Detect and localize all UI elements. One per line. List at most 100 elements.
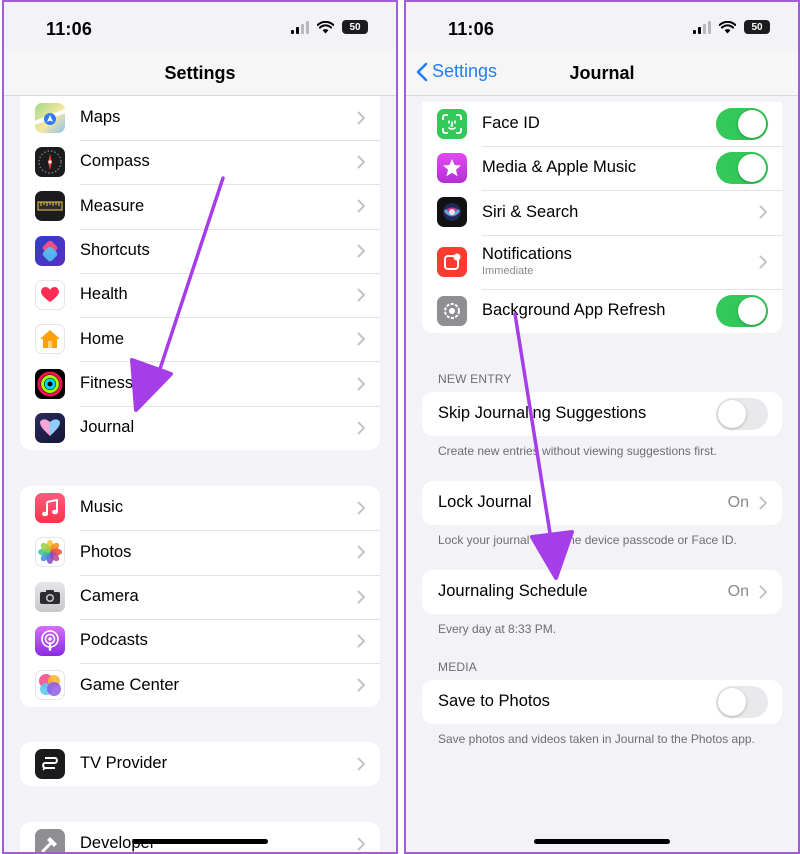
journal-settings-screen: 11:06 50 Settings Journal Face ID Media …: [404, 0, 800, 854]
developer-icon: [35, 829, 65, 852]
lock-journal-group: Lock Journal On: [422, 481, 782, 526]
chevron-right-icon: [357, 421, 365, 435]
settings-group-tv: TV Provider: [20, 742, 380, 787]
setting-journaling-schedule[interactable]: Journaling Schedule On: [422, 570, 782, 614]
journaling-schedule-group: Journaling Schedule On: [422, 570, 782, 615]
chevron-right-icon: [759, 255, 767, 269]
journaling-schedule-footer: Every day at 8:33 PM.: [438, 622, 557, 636]
settings-item-developer[interactable]: Developer: [20, 822, 380, 852]
chevron-right-icon: [357, 501, 365, 515]
settings-group-developer: Developer: [20, 822, 380, 852]
game-center-icon: [35, 670, 65, 701]
lock-journal-value: On: [727, 494, 749, 512]
settings-screen: 11:06 50 Settings Maps Compass Measure S…: [2, 0, 398, 854]
status-time: 11:06: [448, 19, 495, 39]
nav-bar: Settings: [4, 50, 396, 96]
photos-icon: [35, 537, 65, 568]
home-icon: [35, 324, 65, 355]
media-music-icon: [437, 153, 467, 184]
status-bar: 11:06 50: [406, 2, 798, 50]
setting-skip-journaling-suggestions[interactable]: Skip Journaling Suggestions: [422, 392, 782, 436]
background-app-refresh-toggle[interactable]: [716, 294, 768, 327]
chevron-right-icon: [759, 205, 767, 219]
section-header-media: MEDIA: [438, 660, 478, 674]
setting-lock-journal[interactable]: Lock Journal On: [422, 481, 782, 525]
journal-icon: [35, 412, 65, 443]
cellular-signal-icon: [291, 20, 309, 34]
media-group: Save to Photos: [422, 680, 782, 725]
home-indicator[interactable]: [534, 839, 670, 844]
settings-item-podcasts[interactable]: Podcasts: [20, 618, 380, 663]
settings-item-music[interactable]: Music: [20, 486, 380, 530]
status-bar: 11:06 50: [4, 2, 396, 50]
journal-access-group: Face ID Media & Apple Music Siri & Searc…: [422, 102, 782, 333]
home-indicator[interactable]: [132, 839, 268, 844]
chevron-right-icon: [357, 244, 365, 258]
maps-icon: [35, 103, 65, 133]
chevron-right-icon: [357, 332, 365, 346]
shortcuts-icon: [35, 235, 65, 266]
lock-journal-footer: Lock your journal using the device passc…: [438, 533, 737, 547]
measure-icon: [35, 191, 65, 222]
settings-item-health[interactable]: Health: [20, 272, 380, 317]
status-time: 11:06: [46, 19, 93, 39]
health-icon: [35, 280, 65, 311]
chevron-right-icon: [357, 155, 365, 169]
settings-item-shortcuts[interactable]: Shortcuts: [20, 228, 380, 273]
compass-icon: [35, 147, 65, 178]
wifi-icon: [719, 20, 736, 33]
chevron-right-icon: [357, 199, 365, 213]
setting-media-apple-music[interactable]: Media & Apple Music: [422, 146, 782, 190]
chevron-right-icon: [357, 288, 365, 302]
settings-item-journal[interactable]: Journal: [20, 405, 380, 450]
wifi-icon: [317, 20, 334, 33]
music-icon: [35, 493, 65, 524]
cellular-signal-icon: [693, 20, 711, 34]
settings-item-maps[interactable]: Maps: [20, 96, 380, 140]
media-apple-music-toggle[interactable]: [716, 152, 768, 185]
notifications-icon: [437, 246, 467, 277]
chevron-right-icon: [357, 111, 365, 125]
settings-item-camera[interactable]: Camera: [20, 574, 380, 619]
skip-suggestions-toggle[interactable]: [716, 398, 768, 431]
setting-face-id[interactable]: Face ID: [422, 102, 782, 146]
camera-icon: [35, 581, 65, 612]
settings-item-photos[interactable]: Photos: [20, 530, 380, 574]
settings-group-media: Music Photos Camera Podcasts Game Center: [20, 486, 380, 708]
setting-background-app-refresh[interactable]: Background App Refresh: [422, 288, 782, 333]
settings-group-apps: Maps Compass Measure Shortcuts Health Ho…: [20, 96, 380, 451]
chevron-right-icon: [759, 496, 767, 510]
journaling-schedule-value: On: [727, 583, 749, 601]
setting-siri-search[interactable]: Siri & Search: [422, 190, 782, 234]
settings-item-tv-provider[interactable]: TV Provider: [20, 742, 380, 786]
chevron-right-icon: [357, 377, 365, 391]
settings-item-game-center[interactable]: Game Center: [20, 663, 380, 707]
chevron-right-icon: [357, 545, 365, 559]
fitness-icon: [35, 368, 65, 399]
chevron-right-icon: [357, 634, 365, 648]
new-entry-group: Skip Journaling Suggestions: [422, 392, 782, 437]
settings-item-fitness[interactable]: Fitness: [20, 361, 380, 405]
notifications-sublabel: Immediate: [482, 265, 534, 278]
save-to-photos-toggle[interactable]: [716, 686, 768, 719]
page-title: Settings: [164, 63, 236, 83]
battery-icon: 50: [342, 20, 368, 34]
tv-provider-icon: [35, 749, 65, 780]
chevron-right-icon: [357, 590, 365, 604]
setting-save-to-photos[interactable]: Save to Photos: [422, 680, 782, 724]
chevron-right-icon: [759, 585, 767, 599]
siri-icon: [437, 197, 467, 228]
setting-notifications[interactable]: Notifications Immediate: [422, 234, 782, 289]
face-id-toggle[interactable]: [716, 108, 768, 140]
background-refresh-icon: [437, 295, 467, 326]
settings-item-measure[interactable]: Measure: [20, 184, 380, 228]
page-title: Journal: [569, 63, 635, 83]
settings-item-compass[interactable]: Compass: [20, 140, 380, 184]
settings-item-home[interactable]: Home: [20, 317, 380, 361]
nav-bar: Settings Journal: [406, 50, 798, 96]
section-header-new-entry: NEW ENTRY: [438, 372, 512, 386]
chevron-right-icon: [357, 757, 365, 771]
save-to-photos-footer: Save photos and videos taken in Journal …: [438, 732, 755, 746]
chevron-right-icon: [357, 837, 365, 851]
battery-icon: 50: [744, 20, 770, 34]
